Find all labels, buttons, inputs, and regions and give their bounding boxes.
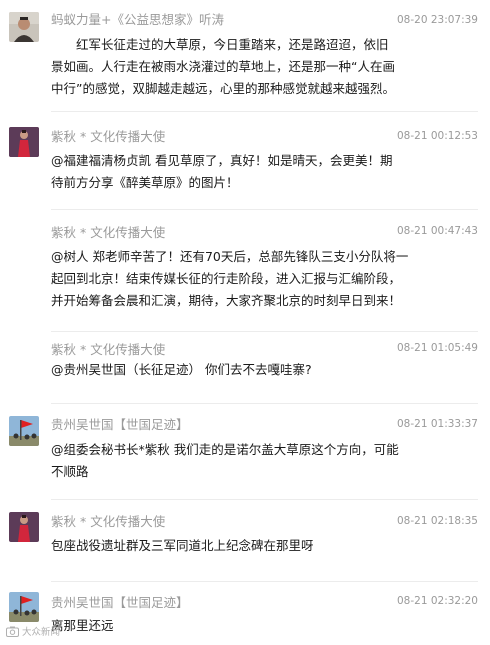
commenter-name[interactable]: 紫秋 * 文化传播大使 [51,225,165,241]
commenter-name[interactable]: 紫秋 * 文化传播大使 [51,514,165,530]
watermark: 大众新闻 [6,624,60,638]
commenter-name[interactable]: 贵州吴世国【世国足迹】 [51,595,189,611]
comment-timestamp: 08-21 01:05:49 [396,342,478,354]
comment-item: 紫秋 * 文化传播大使 08-21 02:18:35 包座战役遗址群及三军同道北… [0,500,490,582]
comment-timestamp: 08-20 23:07:39 [396,14,478,26]
comment-text: @福建福清杨贞凯 看见草原了，真好！如是晴天，会更美！期 待前方分享《醉美草原》… [51,150,471,194]
avatar[interactable] [9,12,39,42]
avatar[interactable] [9,512,39,542]
comment-text: @组委会秘书长*紫秋 我们走的是诺尔盖大草原这个方向，可能 不顺路 [51,439,471,483]
commenter-name[interactable]: 紫秋 * 文化传播大使 [51,129,165,145]
comment-text: @树人 郑老师辛苦了！还有70天后，总部先锋队三支小分队将一 起回到北京！结束传… [51,246,471,312]
watermark-text: 大众新闻 [22,627,61,638]
comment-text: 离那里还远 [51,615,471,637]
comment-item: 贵州吴世国【世国足迹】 08-21 02:32:20 离那里还远 [0,582,490,645]
comment-line: 不顺路 [51,464,89,479]
comment-line: 红军长征走过的大草原，今日重踏来，还是路迢迢，依旧 [51,37,389,52]
comment-timestamp: 08-21 00:12:53 [396,130,478,142]
comment-text: @贵州吴世国（长征足迹） 你们去不去嘎哇寨? [51,359,471,381]
avatar[interactable] [9,127,39,157]
commenter-name[interactable]: 贵州吴世国【世国足迹】 [51,417,189,433]
comment-text: 红军长征走过的大草原，今日重踏来，还是路迢迢，依旧 景如画。人行走在被雨水浇灌过… [51,34,471,100]
commenter-name[interactable]: 蚂蚁力量+《公益思想家》听涛 [51,12,224,28]
comment-line: 景如画。人行走在被雨水浇灌过的草地上，还是那一种“人在画 [51,59,395,74]
comment-line: @树人 郑老师辛苦了！还有70天后，总部先锋队三支小分队将一 [51,249,409,264]
comment-item: 紫秋 * 文化传播大使 08-21 00:47:43 @树人 郑老师辛苦了！还有… [0,210,490,332]
comment-timestamp: 08-21 00:47:43 [396,225,478,237]
comment-item: 贵州吴世国【世国足迹】 08-21 01:33:37 @组委会秘书长*紫秋 我们… [0,404,490,500]
avatar[interactable] [9,592,39,622]
comment-line: @组委会秘书长*紫秋 我们走的是诺尔盖大草原这个方向，可能 [51,442,399,457]
comment-item: 蚂蚁力量+《公益思想家》听涛 08-20 23:07:39 红军长征走过的大草原… [0,0,490,112]
comment-line: 包座战役遗址群及三军同道北上纪念碑在那里呀 [51,538,314,553]
commenter-name[interactable]: 紫秋 * 文化传播大使 [51,342,165,358]
comment-text: 包座战役遗址群及三军同道北上纪念碑在那里呀 [51,535,471,557]
comment-timestamp: 08-21 01:33:37 [396,418,478,430]
comment-line: 并开始筹备会晨和汇演，期待，大家齐聚北京的时刻早日到来！ [51,293,402,308]
comment-item: 紫秋 * 文化传播大使 08-21 00:12:53 @福建福清杨贞凯 看见草原… [0,112,490,210]
comment-line: @贵州吴世国（长征足迹） 你们去不去嘎哇寨? [51,362,312,377]
comment-item: 紫秋 * 文化传播大使 08-21 01:05:49 @贵州吴世国（长征足迹） … [0,332,490,404]
comment-line: 中行”的感觉，双脚越走越远，心里的那种感觉就越来越强烈。 [51,81,395,96]
avatar[interactable] [9,416,39,446]
comment-line: 待前方分享《醉美草原》的图片！ [51,175,239,190]
comment-line: 起回到北京！结束传媒长征的行走阶段，进入汇报与汇编阶段， [51,271,402,286]
comment-line: @福建福清杨贞凯 看见草原了，真好！如是晴天，会更美！期 [51,153,393,168]
comment-timestamp: 08-21 02:18:35 [396,515,478,527]
comment-timestamp: 08-21 02:32:20 [396,595,478,607]
comment-line: 离那里还远 [51,618,114,633]
camera-icon [6,626,19,637]
